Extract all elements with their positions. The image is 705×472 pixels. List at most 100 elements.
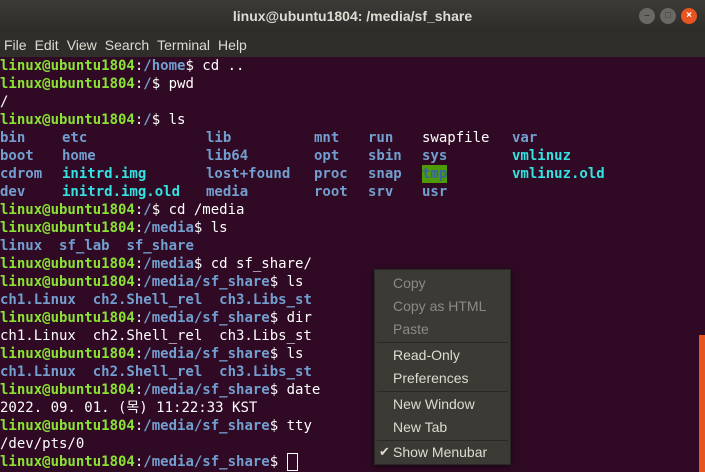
ls-entry: initrd.img.old — [62, 184, 181, 200]
command: $ cd sf_share/ — [193, 256, 312, 272]
terminal-line: linux@ubuntu1804:/media/sf_share$ ls — [0, 346, 304, 362]
prompt-user: linux@ubuntu1804 — [0, 454, 135, 470]
ls-entry: mnt — [314, 130, 340, 146]
ls-row: dev initrd.img.old media root srv usr — [0, 183, 705, 201]
ls-entry: ch1.Linux — [0, 364, 76, 380]
context-menu: Copy Copy as HTML Paste Read-Only Prefer… — [374, 269, 511, 465]
ls-entry: cdrom — [0, 166, 43, 182]
ls-entry: proc — [314, 166, 348, 182]
ls-entry: linux — [0, 238, 43, 254]
terminal-line: linux@ubuntu1804:/home$ cd .. — [0, 58, 245, 74]
terminal-line: linux@ubuntu1804:/media$ cd sf_share/ — [0, 256, 312, 272]
menu-file[interactable]: File — [0, 37, 31, 53]
ls-entry: media — [206, 184, 249, 200]
prompt-user: linux@ubuntu1804 — [0, 346, 135, 362]
maximize-button[interactable]: □ — [660, 8, 676, 24]
ls-entry: home — [62, 148, 96, 164]
ls-row: linux sf_lab sf_share — [0, 237, 194, 255]
terminal-output: /dev/pts/0 — [0, 436, 85, 452]
command: $ ls — [193, 220, 228, 236]
command: $ ls — [151, 112, 186, 128]
prompt-path: /media — [143, 220, 194, 236]
prompt-path: /media/sf_share — [143, 454, 270, 470]
ls-row: boot home lib64 opt sbin sys vmlinuz — [0, 147, 705, 165]
window-title: linux@ubuntu1804: /media/sf_share — [232, 8, 473, 24]
ls-entry: bin — [0, 130, 26, 146]
menu-edit[interactable]: Edit — [31, 37, 63, 53]
ls-entry: sbin — [368, 148, 402, 164]
menu-item-new-window[interactable]: New Window — [393, 394, 475, 414]
ls-entry: usr — [422, 184, 448, 200]
prompt-path: / — [143, 112, 152, 128]
title-bar: linux@ubuntu1804: /media/sf_share – □ × — [0, 0, 705, 32]
ls-entry: dev — [0, 184, 26, 200]
menu-help[interactable]: Help — [214, 37, 251, 53]
terminal-output: ch1.Linux ch2.Shell_rel ch3.Libs_st — [0, 328, 312, 344]
terminal-line: linux@ubuntu1804:/$ ls — [0, 112, 186, 128]
terminal-line: linux@ubuntu1804:/media/sf_share$ date — [0, 382, 321, 398]
ls-entry: swapfile — [422, 130, 490, 146]
terminal-line: linux@ubuntu1804:/media/sf_share$ ls — [0, 274, 304, 290]
command: $ pwd — [151, 76, 194, 92]
prompt-path: /media/sf_share — [143, 310, 270, 326]
command: $ tty — [269, 418, 312, 434]
scrollbar[interactable] — [699, 335, 705, 472]
ls-entry: ch3.Libs_st — [219, 292, 312, 308]
menu-item-copy-as-html[interactable]: Copy as HTML — [393, 296, 486, 316]
window-controls: – □ × — [639, 8, 697, 24]
menu-view[interactable]: View — [63, 37, 101, 53]
prompt-path: /home — [143, 58, 186, 74]
close-button[interactable]: × — [681, 8, 697, 24]
ls-entry: snap — [368, 166, 402, 182]
menu-item-paste[interactable]: Paste — [393, 319, 429, 339]
ls-entry: boot — [0, 148, 34, 164]
ls-entry: ch3.Libs_st — [219, 364, 312, 380]
prompt-path: /media/sf_share — [143, 418, 270, 434]
menu-item-copy[interactable]: Copy — [393, 273, 426, 293]
ls-entry: lost+found — [206, 166, 291, 182]
menu-item-new-tab[interactable]: New Tab — [393, 417, 447, 437]
ls-row: ch1.Linux ch2.Shell_rel ch3.Libs_st — [0, 363, 312, 381]
menu-item-show-menubar[interactable]: Show Menubar — [393, 442, 487, 462]
ls-row: cdrom initrd.img lost+found proc snap tm… — [0, 165, 705, 183]
terminal-area[interactable]: linux@ubuntu1804:/home$ cd .. linux@ubun… — [0, 57, 705, 472]
prompt-user: linux@ubuntu1804 — [0, 418, 135, 434]
ls-entry: vmlinuz — [512, 148, 572, 164]
ls-entry: vmlinuz.old — [512, 166, 605, 182]
ls-entry: run — [368, 130, 394, 146]
terminal-line: linux@ubuntu1804:/$ pwd — [0, 76, 194, 92]
menu-separator — [377, 391, 508, 392]
ls-entry: ch1.Linux — [0, 292, 76, 308]
terminal-output: / — [0, 94, 9, 110]
ls-row: ch1.Linux ch2.Shell_rel ch3.Libs_st — [0, 291, 312, 309]
ls-entry: sf_share — [126, 238, 194, 254]
command: $ dir — [269, 310, 312, 326]
command: $ cd .. — [185, 58, 245, 74]
ls-entry: opt — [314, 148, 340, 164]
prompt-user: linux@ubuntu1804 — [0, 112, 135, 128]
ls-entry: sf_lab — [59, 238, 110, 254]
minimize-button[interactable]: – — [639, 8, 655, 24]
prompt-path: /media/sf_share — [143, 382, 270, 398]
command: $ ls — [269, 274, 304, 290]
prompt-user: linux@ubuntu1804 — [0, 274, 135, 290]
ls-entry: ch2.Shell_rel — [92, 364, 203, 380]
prompt-path: / — [143, 76, 152, 92]
command: $ date — [269, 382, 321, 398]
menu-item-read-only[interactable]: Read-Only — [393, 345, 460, 365]
menu-item-preferences[interactable]: Preferences — [393, 368, 468, 388]
command: $ ls — [269, 346, 304, 362]
ls-row: bin etc lib mnt run swapfile var — [0, 129, 705, 147]
checkmark-icon: ✔ — [379, 444, 390, 459]
prompt-user: linux@ubuntu1804 — [0, 310, 135, 326]
menu-terminal[interactable]: Terminal — [153, 37, 214, 53]
ls-entry: ch2.Shell_rel — [92, 292, 203, 308]
terminal-line: linux@ubuntu1804:/media/sf_share$ — [0, 453, 298, 471]
ls-entry: etc — [62, 130, 88, 146]
ls-entry: sys — [422, 148, 448, 164]
ls-entry: root — [314, 184, 348, 200]
menu-search[interactable]: Search — [101, 37, 153, 53]
terminal-line: linux@ubuntu1804:/$ cd /media — [0, 202, 245, 218]
prompt-user: linux@ubuntu1804 — [0, 256, 135, 272]
ls-entry: srv — [368, 184, 394, 200]
